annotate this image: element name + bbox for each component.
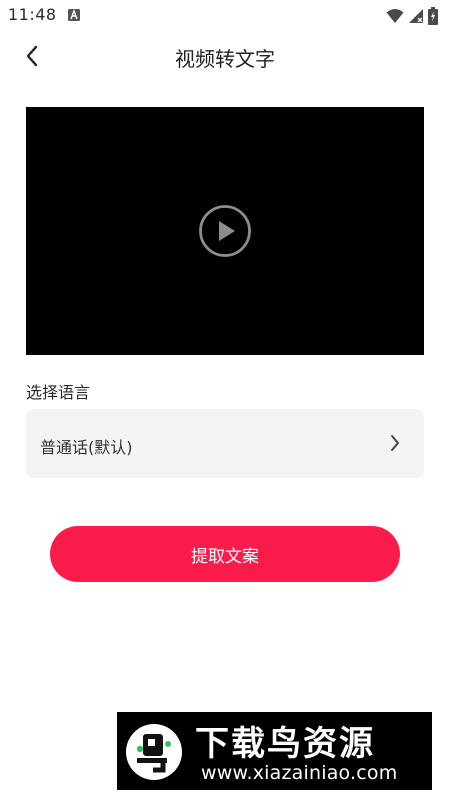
page-title: 视频转文字 <box>175 47 275 71</box>
chevron-right-icon <box>391 435 399 451</box>
title-bar: 视频转文字 <box>0 32 450 80</box>
extract-text-button[interactable]: 提取文案 <box>50 526 400 582</box>
watermark-title: 下载鸟资源 <box>195 724 375 764</box>
bird-logo-icon <box>126 724 182 780</box>
watermark-banner: 下载鸟资源 www.xiazainiao.com <box>117 712 432 790</box>
language-selector[interactable]: 普通话(默认) <box>26 409 424 478</box>
notification-a-icon <box>68 9 80 21</box>
battery-icon <box>428 7 438 25</box>
wifi-icon <box>386 9 404 23</box>
language-section-label: 选择语言 <box>26 383 91 402</box>
status-time: 11:48 <box>8 5 57 24</box>
watermark-url: www.xiazainiao.com <box>201 762 398 784</box>
status-bar: 11:48 <box>0 0 450 32</box>
video-player[interactable] <box>26 107 424 355</box>
cell-signal-icon <box>409 9 423 23</box>
status-icons <box>386 7 438 25</box>
language-selected-value: 普通话(默认) <box>40 438 133 457</box>
play-circle-icon[interactable] <box>198 204 252 258</box>
